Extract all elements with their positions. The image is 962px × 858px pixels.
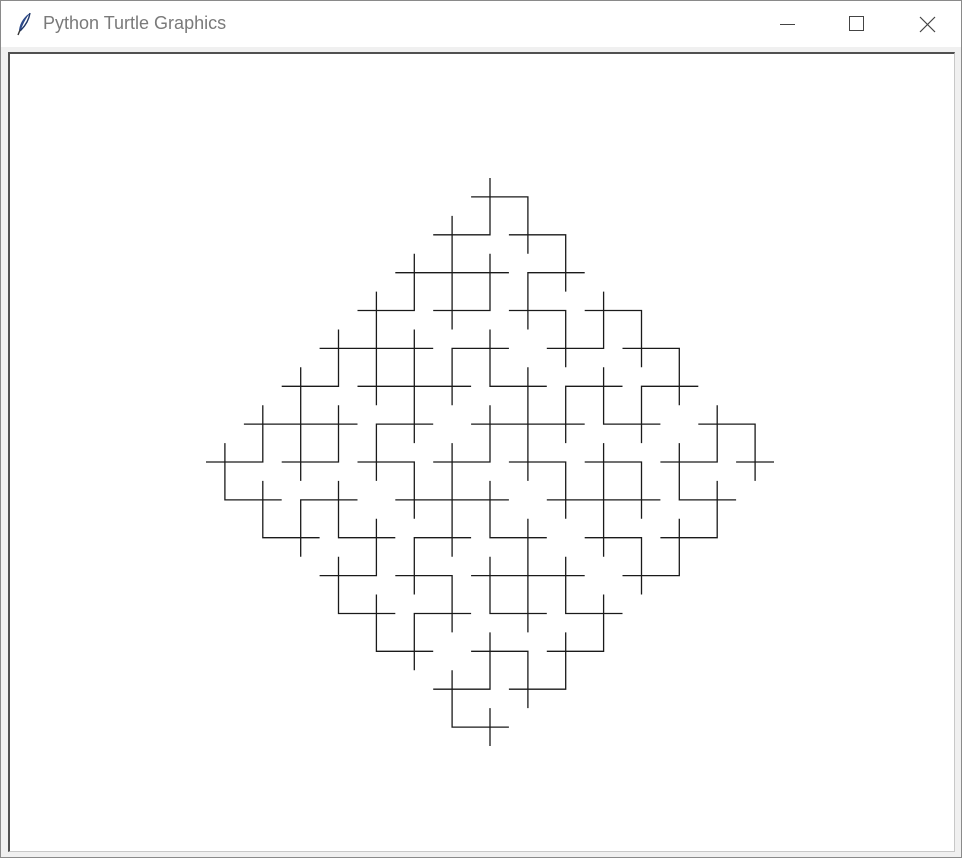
- window-frame: [1, 47, 961, 857]
- feather-icon: [16, 12, 34, 36]
- hilbert-curve-drawing: [206, 178, 774, 746]
- minimize-icon: [780, 24, 795, 25]
- close-icon: [919, 16, 936, 33]
- turtle-canvas[interactable]: [8, 52, 955, 852]
- maximize-button[interactable]: [822, 1, 892, 47]
- minimize-button[interactable]: [752, 1, 822, 47]
- window-title: Python Turtle Graphics: [43, 13, 227, 33]
- curve-path: [206, 178, 774, 746]
- turtle-window: Python Turtle Graphics: [0, 0, 962, 858]
- close-button[interactable]: [891, 1, 961, 47]
- title-bar[interactable]: Python Turtle Graphics: [1, 1, 961, 47]
- maximize-icon: [849, 16, 864, 31]
